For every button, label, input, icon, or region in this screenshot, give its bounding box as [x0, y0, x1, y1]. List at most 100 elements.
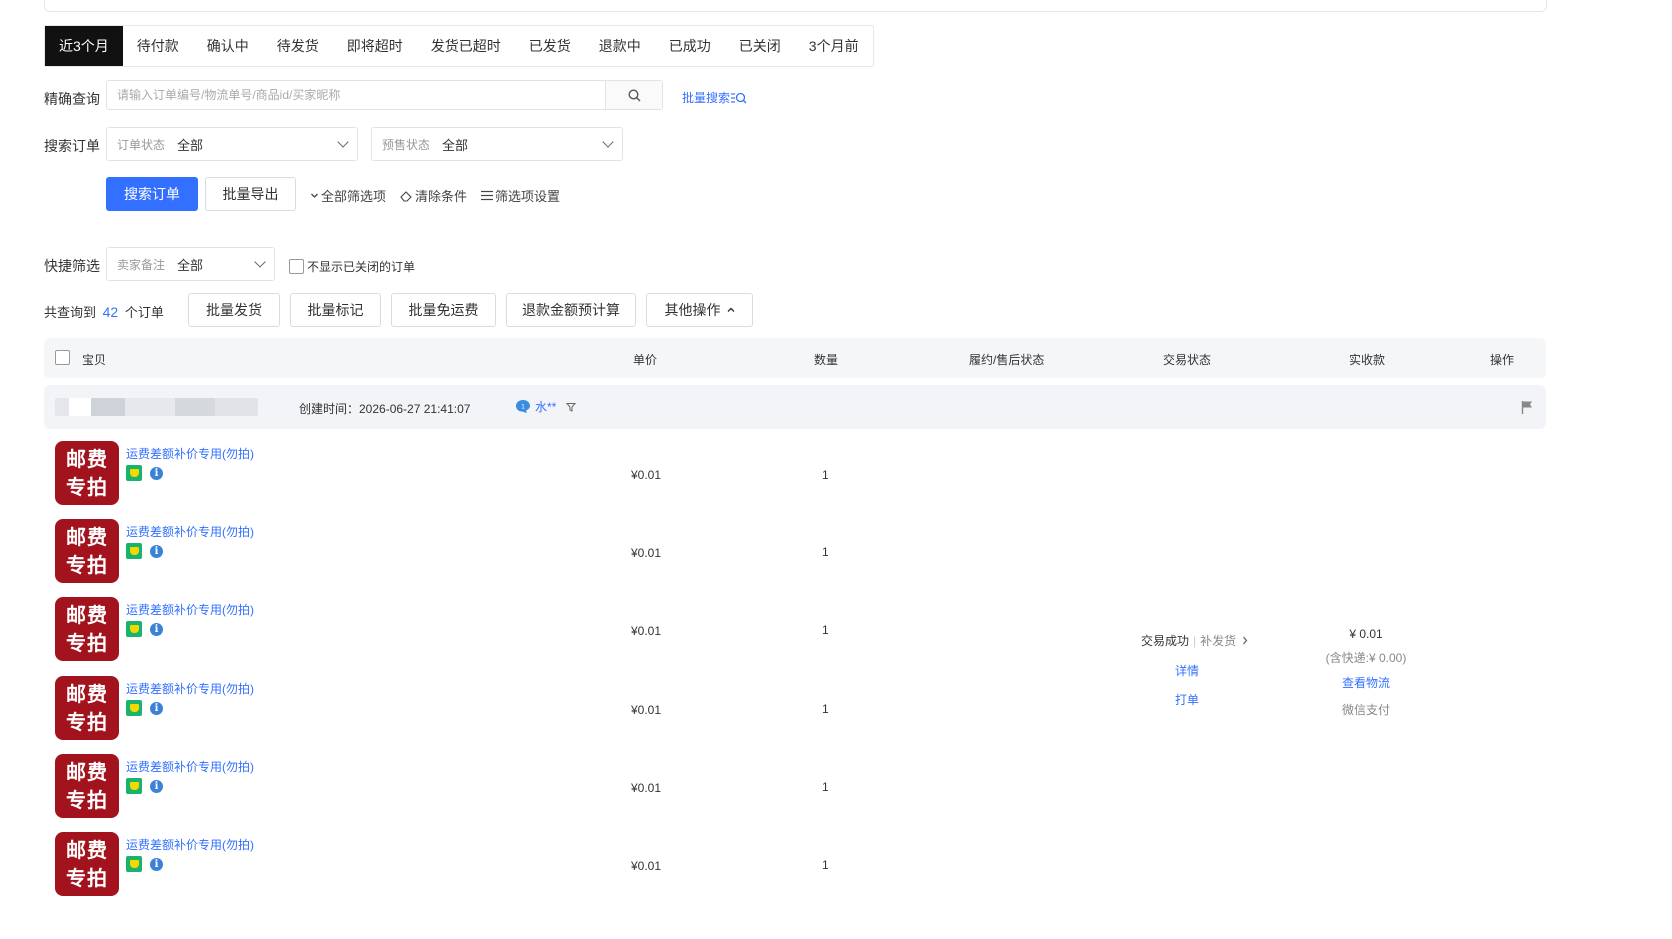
col-item: 宝贝: [82, 353, 107, 367]
info-icon[interactable]: i: [150, 466, 163, 480]
buyer-info[interactable]: 1 水**: [515, 398, 577, 415]
quantity: 1: [822, 780, 829, 794]
product-thumbnail[interactable]: 邮费 专拍: [55, 676, 119, 740]
badge-icons: i: [126, 856, 163, 872]
tab-success[interactable]: 已成功: [655, 26, 725, 66]
search-orders-button[interactable]: 搜索订单: [106, 177, 198, 211]
thumb-text: 邮费: [66, 682, 108, 706]
order-number-redacted: [55, 398, 258, 416]
print-order-link[interactable]: 打单: [1175, 691, 1248, 708]
shield-icon: [126, 465, 142, 481]
quantity: 1: [822, 545, 829, 559]
product-thumbnail[interactable]: 邮费 专拍: [55, 441, 119, 505]
product-title-link[interactable]: 运费差额补价专用(勿拍): [126, 445, 254, 462]
product-thumbnail[interactable]: 邮费 专拍: [55, 597, 119, 661]
other-operations-button[interactable]: 其他操作: [646, 293, 753, 327]
chevron-up-icon: [727, 307, 734, 312]
product-thumbnail[interactable]: 邮费 专拍: [55, 754, 119, 818]
product-thumbnail[interactable]: 邮费 专拍: [55, 832, 119, 896]
order-item-row: 邮费 专拍 运费差额补价专用(勿拍) i ¥0.01 1: [44, 519, 944, 589]
detail-link[interactable]: 详情: [1175, 662, 1248, 679]
refund-estimate-button[interactable]: 退款金额预计算: [506, 293, 636, 327]
divider: |: [1193, 633, 1197, 648]
order-table-header: 宝贝 单价 数量 履约/售后状态 交易状态 实收款 操作: [44, 338, 1546, 378]
badge-icons: i: [126, 543, 163, 559]
thumb-text: 邮费: [66, 760, 108, 784]
hide-closed-orders-checkbox[interactable]: 不显示已关闭的订单: [289, 258, 415, 275]
search-input[interactable]: [107, 81, 605, 109]
result-count: 共查询到 42 个订单: [44, 302, 164, 321]
chevron-down-icon: [254, 256, 266, 268]
shipping-fee-note: (含快递:¥ 0.00): [1325, 651, 1407, 665]
tab-about-to-timeout[interactable]: 即将超时: [333, 26, 417, 66]
presale-status-select[interactable]: 预售状态 全部: [371, 127, 623, 161]
batch-mark-button[interactable]: 批量标记: [290, 293, 381, 327]
shield-icon: [126, 778, 142, 794]
clear-conditions-button[interactable]: 清除条件: [400, 186, 467, 205]
thumb-text: 邮费: [66, 603, 108, 627]
batch-ship-button[interactable]: 批量发货: [188, 293, 280, 327]
info-icon[interactable]: i: [150, 622, 163, 636]
tab-shipped[interactable]: 已发货: [515, 26, 585, 66]
batch-export-button[interactable]: 批量导出: [205, 177, 296, 211]
seller-remark-value: 全部: [177, 257, 204, 273]
product-title-link[interactable]: 运费差额补价专用(勿拍): [126, 758, 254, 775]
quick-filter-label: 快捷筛选: [44, 258, 100, 274]
product-title-link[interactable]: 运费差额补价专用(勿拍): [126, 523, 254, 540]
received-amount-cell: ¥ 0.01 (含快递:¥ 0.00) 查看物流 微信支付: [1320, 627, 1412, 718]
col-fulfillment-status: 履约/售后状态: [969, 353, 1045, 367]
flag-icon[interactable]: [1521, 400, 1533, 414]
tab-closed[interactable]: 已关闭: [725, 26, 795, 66]
result-suffix: 个订单: [124, 305, 164, 320]
tab-pending-payment[interactable]: 待付款: [123, 26, 193, 66]
presale-status-label: 预售状态: [382, 137, 431, 152]
batch-search-icon: [731, 92, 747, 103]
seller-remark-select[interactable]: 卖家备注 全部: [106, 247, 275, 281]
thumb-text: 邮费: [66, 838, 108, 862]
thumb-text: 邮费: [66, 525, 108, 549]
col-quantity: 数量: [814, 353, 839, 367]
all-filters-toggle[interactable]: 全部筛选项: [310, 186, 386, 205]
thumb-text: 专拍: [66, 788, 108, 812]
quantity: 1: [822, 468, 829, 482]
product-title-link[interactable]: 运费差额补价专用(勿拍): [126, 601, 254, 618]
order-item-row: 邮费 专拍 运费差额补价专用(勿拍) i ¥0.01 1: [44, 832, 944, 902]
info-icon[interactable]: i: [150, 701, 163, 715]
badge-icons: i: [126, 700, 163, 716]
product-title-link[interactable]: 运费差额补价专用(勿拍): [126, 680, 254, 697]
tab-confirming[interactable]: 确认中: [193, 26, 263, 66]
info-icon[interactable]: i: [150, 544, 163, 558]
unit-price: ¥0.01: [631, 468, 662, 482]
batch-free-shipping-button[interactable]: 批量免运费: [391, 293, 496, 327]
tab-pending-shipment[interactable]: 待发货: [263, 26, 333, 66]
view-logistics-link[interactable]: 查看物流: [1320, 674, 1412, 691]
order-status-select[interactable]: 订单状态 全部: [106, 127, 358, 161]
order-item-row: 邮费 专拍 运费差额补价专用(勿拍) i ¥0.01 1: [44, 597, 944, 667]
product-thumbnail[interactable]: 邮费 专拍: [55, 519, 119, 583]
quantity: 1: [822, 858, 829, 872]
hide-closed-orders-label: 不显示已关闭的订单: [307, 260, 416, 274]
tab-refunding[interactable]: 退款中: [585, 26, 655, 66]
search-button[interactable]: [605, 81, 662, 109]
batch-search-link[interactable]: 批量搜索: [682, 89, 747, 106]
tab-shipment-timeout[interactable]: 发货已超时: [417, 26, 515, 66]
precise-search-box: [106, 80, 663, 110]
tab-recent-3-months[interactable]: 近3个月: [45, 26, 123, 66]
reship-link[interactable]: 补发货: [1200, 632, 1248, 649]
received-amount: ¥ 0.01: [1349, 627, 1383, 641]
col-operation: 操作: [1490, 353, 1515, 367]
shield-icon: [126, 856, 142, 872]
product-title-link[interactable]: 运费差额补价专用(勿拍): [126, 836, 254, 853]
checkbox-box[interactable]: [289, 259, 304, 274]
tab-older-than-3-months[interactable]: 3个月前: [795, 26, 873, 66]
unit-price: ¥0.01: [631, 546, 662, 560]
quantity: 1: [822, 623, 829, 637]
select-all-checkbox[interactable]: [55, 350, 70, 365]
trade-status-cell: 交易成功 | 补发货 详情 打单: [1141, 632, 1248, 708]
presale-status-value: 全部: [442, 137, 469, 153]
filter-settings-button[interactable]: 筛选项设置: [481, 186, 560, 205]
col-unit-price: 单价: [633, 353, 658, 367]
payment-method: 微信支付: [1341, 703, 1390, 717]
info-icon[interactable]: i: [150, 779, 163, 793]
info-icon[interactable]: i: [150, 857, 163, 871]
